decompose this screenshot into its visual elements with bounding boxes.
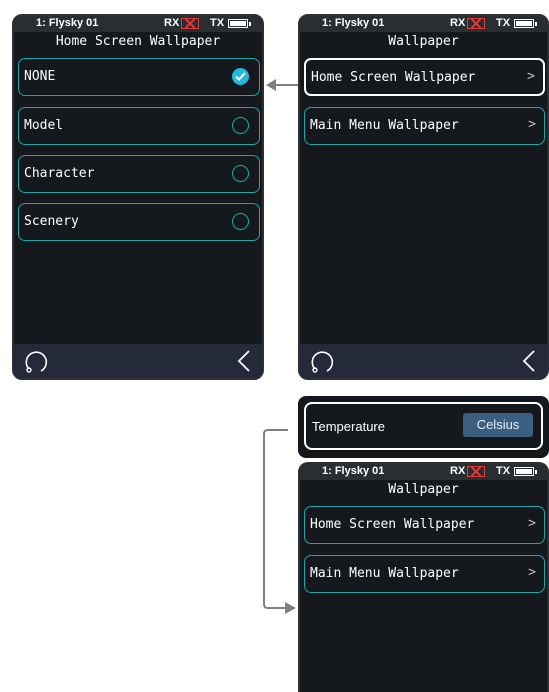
bottom-bar [300,344,547,378]
check-icon [232,68,249,85]
chevron-right-icon: > [528,117,536,132]
page-title: Wallpaper [388,482,459,497]
temperature-panel: Temperature Celsius [298,396,549,458]
model-name: 1: Flysky 01 [36,17,99,29]
page-title: Home Screen Wallpaper [55,34,221,49]
radio-icon [232,165,249,182]
option-none[interactable]: NONE [18,58,260,96]
menu-item-label: Main Menu Wallpaper [310,118,459,133]
menu-item-label: Home Screen Wallpaper [311,70,476,85]
status-bar: 1: Flysky 01 RX TX [300,16,547,32]
tx-label: TX [496,17,511,29]
temperature-label: Temperature [312,419,385,434]
wallpaper-screen: 1: Flysky 01 RX TX Wallpaper Home Screen… [298,14,549,380]
tx-label: TX [210,17,225,29]
rx-error-icon [467,466,485,477]
wallpaper-screen-bottom: 1: Flysky 01 RX TX Wallpaper Home Screen… [298,462,549,692]
chevron-right-icon: > [528,516,536,531]
battery-icon [514,19,537,28]
option-model[interactable]: Model [18,107,260,145]
option-label: Character [24,166,95,181]
undo-icon[interactable] [308,350,334,374]
rx-error-icon [467,18,485,29]
arrow-left-icon [266,79,298,91]
undo-icon[interactable] [22,350,48,374]
model-name: 1: Flysky 01 [322,465,385,477]
temperature-value-button[interactable]: Celsius [463,413,533,437]
connector-bracket-icon [263,429,296,614]
option-scenery[interactable]: Scenery [18,203,260,241]
battery-icon [514,467,537,476]
menu-item-home-screen-wallpaper[interactable]: Home Screen Wallpaper > [304,58,545,96]
status-bar: 1: Flysky 01 RX TX [300,464,547,480]
page-title: Wallpaper [388,34,459,49]
radio-icon [232,117,249,134]
bottom-bar [14,344,262,378]
model-name: 1: Flysky 01 [322,17,385,29]
option-label: NONE [24,69,56,84]
tx-label: TX [496,465,511,477]
temperature-setting[interactable]: Temperature Celsius [304,402,543,450]
home-screen-wallpaper-screen: 1: Flysky 01 RX TX Home Screen Wallpaper… [12,14,264,380]
menu-item-home-screen-wallpaper[interactable]: Home Screen Wallpaper > [304,506,545,544]
option-label: Model [24,118,64,133]
option-character[interactable]: Character [18,155,260,193]
rx-label: RX [450,17,466,29]
menu-item-main-menu-wallpaper[interactable]: Main Menu Wallpaper > [304,555,545,593]
back-icon[interactable] [521,349,537,373]
radio-icon [232,213,249,230]
rx-label: RX [450,465,466,477]
chevron-right-icon: > [528,565,536,580]
menu-item-main-menu-wallpaper[interactable]: Main Menu Wallpaper > [304,107,545,145]
chevron-right-icon: > [527,69,535,84]
option-label: Scenery [24,214,79,229]
battery-icon [228,19,251,28]
rx-label: RX [164,17,180,29]
status-bar: 1: Flysky 01 RX TX [14,16,262,32]
back-icon[interactable] [236,349,252,373]
menu-item-label: Home Screen Wallpaper [310,517,475,532]
rx-error-icon [181,18,199,29]
menu-item-label: Main Menu Wallpaper [310,566,459,581]
